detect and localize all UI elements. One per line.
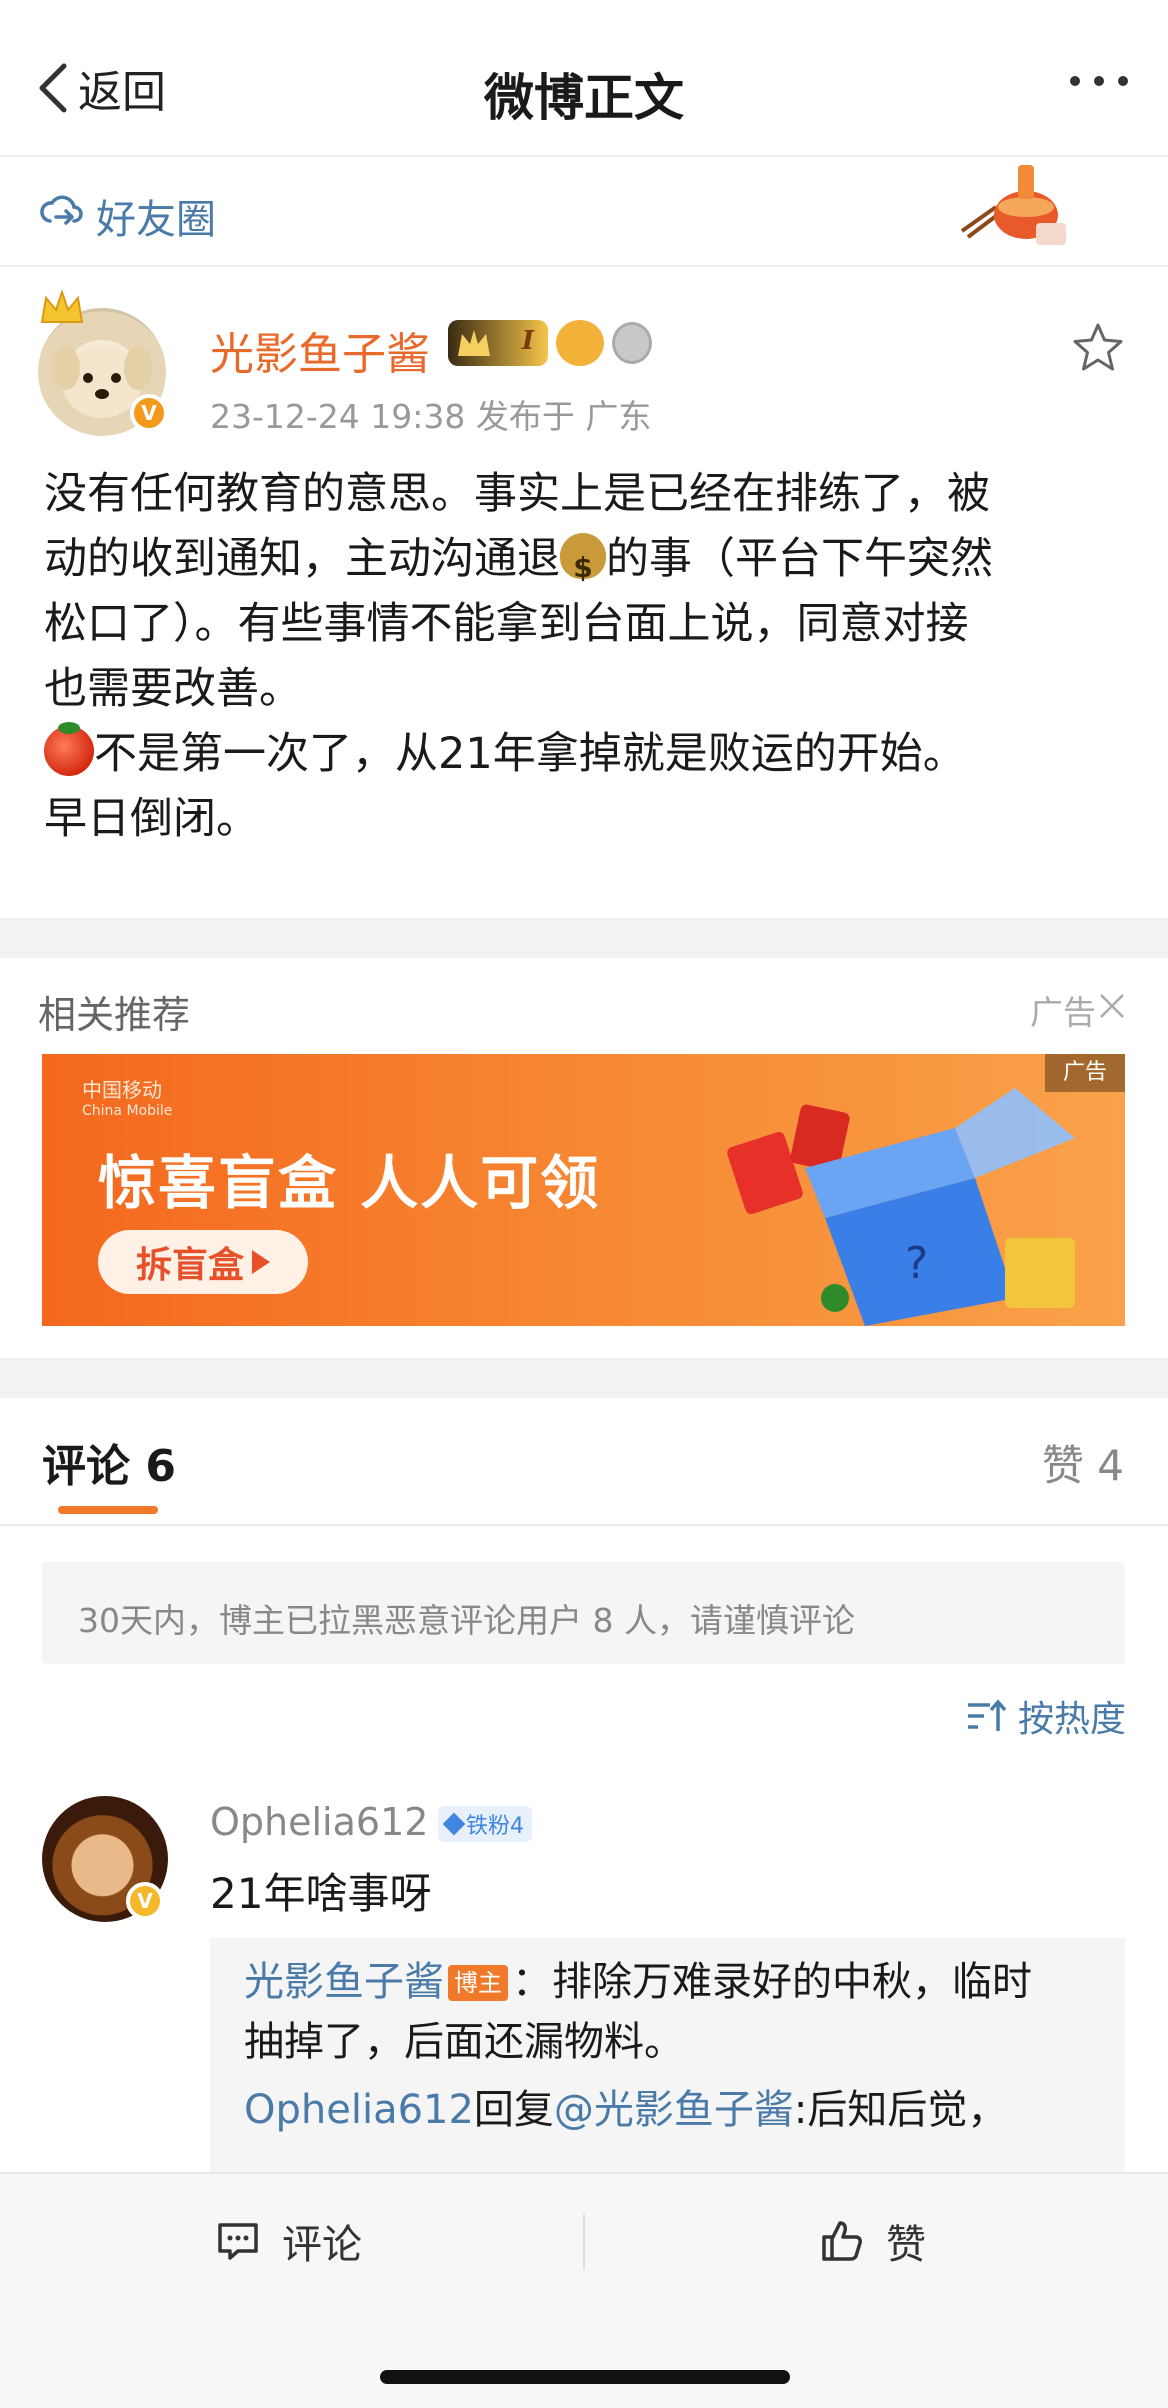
comment-replies[interactable]: 光影鱼子酱 博主 ：排除万难录好的中秋，临时 抽掉了，后面还漏物料。 Ophelia… [210, 1938, 1125, 2178]
page-title: 微博正文 [484, 69, 684, 127]
comment-icon [218, 2223, 258, 2260]
weibo-post-page: 返回 微博正文 好友圈 V 光影鱼子酱 I 23-12-24 19:38 发布于… [0, 0, 1168, 2408]
host-badge: 博主 [448, 1965, 508, 2001]
friends-circle-label: 好友圈 [96, 197, 216, 243]
vip-level: I [521, 326, 534, 356]
fish-badge-icon[interactable] [556, 320, 604, 366]
section-gap [0, 918, 1168, 958]
vip-badge[interactable]: I [448, 320, 548, 366]
post-content: 没有任何教育的意思。事实上是已经在排练了，被 动的收到通知，主动沟通退的事（平台… [44, 462, 1134, 852]
comment-username[interactable]: Ophelia612 [210, 1800, 428, 1844]
comment-button[interactable]: 评论 [214, 2212, 362, 2270]
ad-banner[interactable]: 中国移动 China Mobile 惊喜盲盒 人人可领 拆盲盒 ? 广告 [42, 1054, 1125, 1326]
sort-by-hot-button[interactable]: 按热度 [966, 1690, 1126, 1742]
author-name[interactable]: 光影鱼子酱 [210, 318, 430, 382]
reply-line: 光影鱼子酱 博主 ：排除万难录好的中秋，临时 [244, 1959, 1032, 2005]
reply-mention[interactable]: @光影鱼子酱 [554, 2087, 794, 2133]
active-tab-indicator [58, 1506, 158, 1514]
thumbs-up-icon [822, 2221, 862, 2261]
top-nav: 返回 微博正文 [0, 0, 1168, 155]
money-bag-icon [560, 533, 606, 600]
hotpot-decoration-icon [960, 165, 1066, 245]
diamond-icon [442, 1812, 466, 1836]
cloud-share-icon [40, 195, 83, 225]
author-badges: I [448, 320, 652, 366]
divider [0, 265, 1168, 267]
banner-headline: 惊喜盲盒 人人可领 [98, 1149, 601, 1217]
sort-label: 按热度 [1017, 1699, 1126, 1740]
more-icon[interactable] [1070, 76, 1128, 86]
post-line: 没有任何教育的意思。事实上是已经在排练了，被 [44, 469, 990, 519]
banner-ad-label: 广告 [1045, 1054, 1125, 1092]
post-line: 不是第一次了，从21年拿掉就是败运的开始。 [44, 722, 1134, 787]
tab-likes[interactable]: 赞 4 [1042, 1432, 1124, 1493]
comment-text: 21年啥事呀 [210, 1869, 432, 1918]
blocked-users-notice: 30天内，博主已拉黑恶意评论用户 8 人，请谨慎评论 [42, 1562, 1125, 1664]
favorite-star-icon[interactable] [1070, 320, 1126, 376]
open-blind-box-button[interactable]: 拆盲盒 [98, 1230, 308, 1294]
post-line: 也需要改善。 [44, 664, 302, 714]
divider [583, 2214, 585, 2270]
fan-badge[interactable]: 铁粉4 [438, 1806, 532, 1842]
crown-icon [40, 288, 84, 323]
author-avatar-wrap[interactable] [38, 288, 168, 436]
home-indicator [380, 2370, 790, 2384]
svg-text:?: ? [905, 1238, 928, 1289]
close-icon[interactable] [1098, 992, 1126, 1020]
post-timestamp: 23-12-24 19:38 发布于 广东 [210, 397, 652, 436]
reply-author[interactable]: 光影鱼子酱 [244, 1959, 444, 2005]
verified-badge-icon [126, 1882, 164, 1920]
sort-icon [967, 1699, 1007, 1731]
post-line: 早日倒闭。 [44, 794, 259, 844]
gift-box-illustration: ? [727, 1088, 1075, 1326]
tomato-icon [44, 722, 94, 776]
friends-circle-bar[interactable]: 好友圈 [0, 157, 1168, 265]
ad-tag: 广告 [1030, 993, 1096, 1032]
related-title: 相关推荐 [38, 993, 191, 1037]
related-recommendations: 相关推荐 广告 中国移动 China Mobile 惊喜盲盒 人人可领 拆盲盒 … [0, 958, 1168, 1358]
like-button[interactable]: 赞 [818, 2212, 926, 2270]
crown-icon [458, 330, 490, 356]
tab-comments[interactable]: 评论 6 [42, 1430, 176, 1494]
play-arrow-icon [252, 1250, 270, 1274]
post-line: 动的收到通知，主动沟通退的事（平台下午突然 [44, 527, 1134, 600]
section-gap [0, 1358, 1168, 1398]
medal-badge-icon[interactable] [612, 322, 652, 364]
reply-line: 抽掉了，后面还漏物料。 [244, 2019, 684, 2065]
post-line: 松口了）。有些事情不能拿到台面上说，同意对接 [44, 599, 969, 649]
divider [0, 1524, 1168, 1526]
reply-line: Ophelia612回复@光影鱼子酱:后知后觉， [244, 2087, 1008, 2133]
china-mobile-logo: 中国移动 China Mobile [82, 1078, 173, 1119]
verified-badge-icon [130, 394, 168, 432]
reply-user[interactable]: Ophelia612 [244, 2087, 474, 2133]
notice-text: 30天内，博主已拉黑恶意评论用户 8 人，请谨慎评论 [78, 1601, 855, 1640]
